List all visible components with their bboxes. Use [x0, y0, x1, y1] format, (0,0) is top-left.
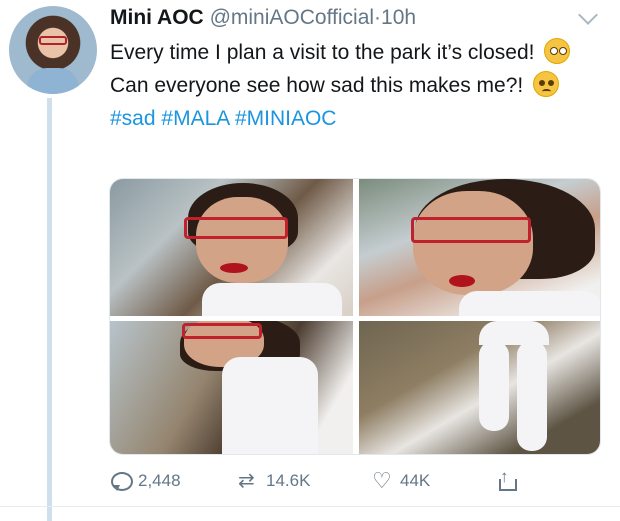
leg-left — [479, 341, 509, 431]
tweet-text: Every time I plan a visit to the park it… — [110, 36, 605, 135]
glasses — [184, 217, 288, 239]
divider — [0, 506, 620, 507]
thread-line — [47, 98, 52, 521]
hashtag-miniaoc[interactable]: #MINIAOC — [235, 107, 337, 130]
retweet-icon: ⇄ — [238, 470, 255, 492]
photo-4[interactable] — [359, 321, 600, 454]
reply-button[interactable]: 2,448 — [110, 470, 181, 492]
reply-count: 2,448 — [138, 471, 181, 490]
tweet-time[interactable]: 10h — [381, 6, 416, 29]
shirt — [459, 291, 600, 316]
like-button[interactable]: ♡ 44K — [372, 470, 430, 492]
lips — [449, 275, 475, 287]
separator-dot: · — [374, 6, 382, 29]
avatar-shirt — [27, 68, 79, 94]
glasses — [182, 323, 262, 339]
author-name[interactable]: Mini AOC — [110, 6, 204, 29]
photo-1[interactable] — [110, 179, 353, 316]
share-button[interactable] — [496, 467, 518, 492]
heart-icon: ♡ — [372, 468, 392, 493]
like-count: 44K — [400, 471, 431, 490]
photo-2[interactable] — [359, 179, 600, 316]
avatar-glasses — [39, 36, 67, 45]
tweet-text-part2: Can everyone see how sad this makes me?! — [110, 74, 524, 97]
retweet-button[interactable]: ⇄ 14.6K — [238, 470, 310, 492]
shirt — [222, 357, 318, 454]
hashtag-sad[interactable]: #sad — [110, 107, 156, 130]
photo-grid — [109, 178, 601, 455]
leg-right — [517, 341, 547, 451]
author-handle[interactable]: @miniAOCofficial — [210, 6, 374, 29]
hashtag-mala[interactable]: #MALA — [161, 107, 229, 130]
glasses — [411, 217, 531, 243]
avatar[interactable] — [9, 6, 97, 94]
frowning-face-icon — [533, 71, 560, 97]
flushed-face-icon — [544, 38, 571, 64]
retweet-count: 14.6K — [266, 471, 311, 490]
reply-icon — [110, 470, 133, 492]
photo-3[interactable] — [110, 321, 353, 454]
chevron-down-icon[interactable] — [578, 5, 598, 25]
lips — [220, 263, 248, 273]
share-icon — [496, 467, 518, 492]
tweet-text-part1: Every time I plan a visit to the park it… — [110, 41, 535, 64]
shirt — [202, 283, 342, 316]
tweet-header: Mini AOC @miniAOCofficial·10h — [110, 4, 416, 32]
